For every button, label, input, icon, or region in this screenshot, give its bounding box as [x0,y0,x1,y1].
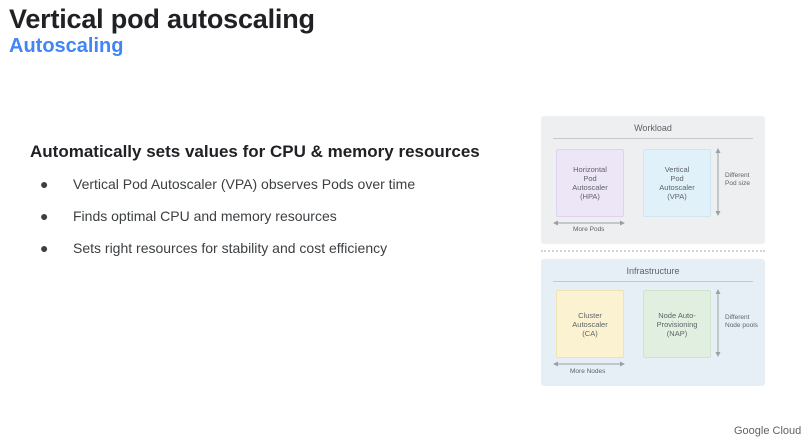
bullet-text: Finds optimal CPU and memory resources [73,208,337,224]
google-cloud-logo: Google Cloud [734,425,802,437]
bullet-text: Sets right resources for stability and c… [73,240,388,256]
ca-label: Cluster Autoscaler (CA) [572,310,608,338]
node-pools-label: Different Node pools [725,314,758,329]
workload-panel-title: Workload [634,123,672,133]
hpa-label: Horizontal Pod Autoscaler (HPA) [572,165,608,201]
bullet-text: Vertical Pod Autoscaler (VPA) observes P… [73,176,416,192]
nap-label: Node Auto- Provisioning (NAP) [656,310,698,338]
infrastructure-panel-title: Infrastructure [626,266,680,276]
hpa-box: Horizontal Pod Autoscaler (HPA) [556,149,624,217]
slide-title: Vertical pod autoscaling [9,4,315,34]
panel-divider [553,281,753,282]
pod-size-label: Different Pod size [725,172,750,187]
vpa-box: Vertical Pod Autoscaler (VPA) [643,149,711,217]
more-pods-label: More Pods [573,226,605,233]
section-heading: Automatically sets values for CPU & memo… [30,142,480,161]
slide-subtitle: Autoscaling [9,35,124,57]
pod-size-arrow-icon [715,148,721,216]
node-pools-arrow-icon [715,289,721,357]
panel-separator [541,250,765,252]
bullet-dot-icon: ● [40,176,49,192]
ca-box: Cluster Autoscaler (CA) [556,290,624,358]
nap-box: Node Auto- Provisioning (NAP) [643,290,711,358]
bullet-dot-icon: ● [40,240,49,256]
vpa-label: Vertical Pod Autoscaler (VPA) [659,165,695,201]
more-nodes-arrow-icon [553,361,625,367]
more-nodes-label: More Nodes [570,368,606,375]
bullet-dot-icon: ● [40,208,49,224]
panel-divider [553,138,753,139]
